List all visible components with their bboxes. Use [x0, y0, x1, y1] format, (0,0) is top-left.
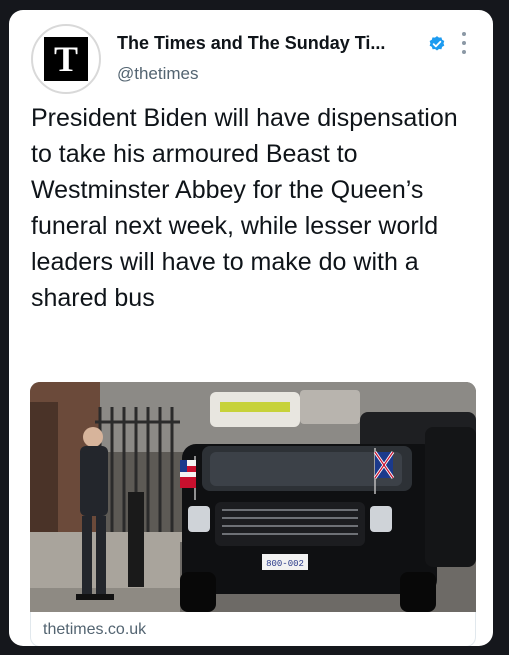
- link-domain[interactable]: thetimes.co.uk: [43, 621, 146, 639]
- tweet-card[interactable]: T The Times and The Sunday Ti... @thetim…: [9, 10, 493, 646]
- times-logo-icon: T: [44, 37, 88, 81]
- verified-badge-icon: [429, 36, 445, 51]
- user-handle[interactable]: @thetimes: [117, 64, 199, 84]
- more-options-icon[interactable]: [459, 32, 469, 54]
- display-name[interactable]: The Times and The Sunday Ti...: [117, 33, 385, 54]
- license-plate: 800-002: [266, 559, 304, 569]
- news-photo: 800-002: [30, 382, 476, 612]
- avatar[interactable]: T: [31, 24, 101, 94]
- link-card-footer[interactable]: thetimes.co.uk: [30, 612, 476, 646]
- tweet-text: President Biden will have dispensation t…: [31, 104, 458, 312]
- link-card-image[interactable]: 800-002: [30, 382, 476, 612]
